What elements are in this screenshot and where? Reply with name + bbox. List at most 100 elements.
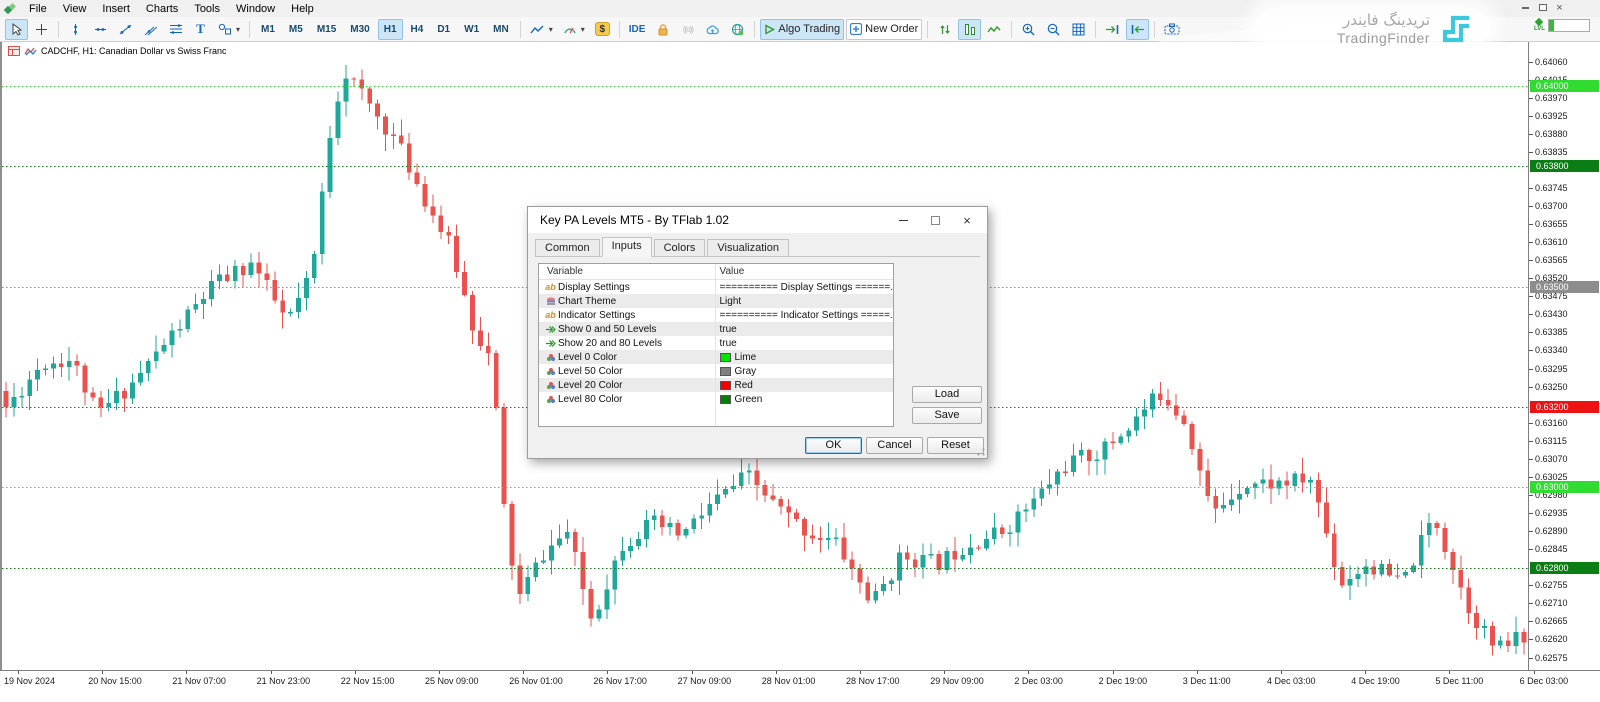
zoom-out-button[interactable] <box>1042 19 1065 40</box>
trendline-tool-button[interactable] <box>114 19 137 40</box>
window-close-button[interactable]: × <box>1553 1 1566 14</box>
color-parameter-icon <box>543 381 558 390</box>
horizontal-line-tool-button[interactable] <box>89 19 112 40</box>
table-row[interactable]: Level 20 ColorRed <box>539 378 893 392</box>
variable-cell: Level 20 Color <box>539 380 715 391</box>
quotes-button[interactable]: $ <box>591 19 614 40</box>
line-chart-icon <box>530 24 545 35</box>
tab-colors[interactable]: Colors <box>654 239 706 256</box>
enum-parameter-icon <box>543 297 558 306</box>
play-icon <box>764 24 775 35</box>
tab-common[interactable]: Common <box>535 239 600 256</box>
price-tick: 0.62890 <box>1529 526 1568 537</box>
timeframe-d1[interactable]: D1 <box>431 19 456 40</box>
table-row[interactable]: Level 0 ColorLime <box>539 350 893 364</box>
time-label: 22 Nov 15:00 <box>341 676 395 686</box>
vertical-line-tool-button[interactable] <box>64 19 87 40</box>
value-cell[interactable]: Light <box>715 296 894 307</box>
price-tick: 0.63880 <box>1529 129 1568 140</box>
menu-charts[interactable]: Charts <box>138 3 186 15</box>
price-tick: 0.63655 <box>1529 219 1568 230</box>
signal-button[interactable]: ((o)) <box>676 19 699 40</box>
channel-tool-button[interactable] <box>139 19 162 40</box>
timeframe-m5[interactable]: M5 <box>283 19 309 40</box>
chart-shift-button[interactable] <box>1126 19 1149 40</box>
price-level-badge: 0.64000 <box>1530 80 1599 92</box>
value-cell[interactable]: Lime <box>715 352 894 363</box>
ide-button[interactable]: IDE <box>625 19 650 40</box>
algo-trading-button[interactable]: Algo Trading <box>760 19 844 40</box>
timeframe-mn[interactable]: MN <box>487 19 515 40</box>
tab-visualization[interactable]: Visualization <box>707 239 789 256</box>
equidistant-levels-tool-button[interactable] <box>164 19 187 40</box>
menu-insert[interactable]: Insert <box>94 3 138 15</box>
timeframe-m1[interactable]: M1 <box>255 19 281 40</box>
tab-inputs[interactable]: Inputs <box>602 237 652 257</box>
cursor-tool-button[interactable] <box>5 19 28 40</box>
chart-type-button[interactable]: ▾ <box>526 19 557 40</box>
price-tick: 0.64060 <box>1529 57 1568 68</box>
menu-help[interactable]: Help <box>283 3 322 15</box>
menu-window[interactable]: Window <box>228 3 283 15</box>
shapes-tool-button[interactable]: ▾ <box>214 19 244 40</box>
value-cell[interactable]: Green <box>715 394 894 405</box>
value-cell[interactable]: Red <box>715 380 894 391</box>
text-tool-button[interactable]: T <box>189 19 212 40</box>
price-axis[interactable]: 0.640600.640150.639700.639250.638800.638… <box>1528 42 1600 670</box>
dialog-close-button[interactable]: × <box>951 209 983 231</box>
value-cell[interactable]: ========== Display Settings ======... <box>715 282 894 293</box>
menu-tools[interactable]: Tools <box>186 3 228 15</box>
crosshair-tool-button[interactable] <box>30 19 53 40</box>
price-tick: 0.63610 <box>1529 237 1568 248</box>
load-button[interactable]: Load <box>912 386 982 403</box>
color-parameter-icon <box>543 367 558 376</box>
timeframe-h4[interactable]: H4 <box>405 19 430 40</box>
dialog-titlebar[interactable]: Key PA Levels MT5 - By TFlab 1.02 × <box>528 207 987 233</box>
table-row[interactable]: Show 20 and 80 Levelstrue <box>539 336 893 350</box>
candlestick-chart-button[interactable] <box>958 19 981 40</box>
menu-view[interactable]: View <box>55 3 95 15</box>
time-label: 26 Nov 01:00 <box>509 676 563 686</box>
time-axis[interactable]: 19 Nov 202420 Nov 15:0021 Nov 07:0021 No… <box>0 670 1600 702</box>
value-cell[interactable]: true <box>715 324 894 335</box>
timeframe-h1[interactable]: H1 <box>378 19 403 40</box>
value-text: Gray <box>735 366 757 377</box>
timeframe-m30[interactable]: M30 <box>344 19 375 40</box>
table-row[interactable]: Level 50 ColorGray <box>539 364 893 378</box>
value-cell[interactable]: Gray <box>715 366 894 377</box>
table-row[interactable]: Show 0 and 50 Levelstrue <box>539 322 893 336</box>
tick-chart-button[interactable] <box>933 19 956 40</box>
watermark-english-text: TradingFinder <box>1337 30 1430 46</box>
grid-button[interactable] <box>1067 19 1090 40</box>
save-button[interactable]: Save <box>912 407 982 424</box>
line-chart-button[interactable] <box>983 19 1006 40</box>
timeframe-m15[interactable]: M15 <box>311 19 342 40</box>
dialog-minimize-button[interactable] <box>887 209 919 231</box>
value-cell[interactable]: ========== Indicator Settings =====... <box>715 310 894 321</box>
window-minimize-button[interactable] <box>1519 1 1532 14</box>
resize-grip[interactable] <box>977 448 985 456</box>
cloud-button[interactable] <box>701 19 724 40</box>
cancel-button[interactable]: Cancel <box>866 437 923 454</box>
ok-button[interactable]: OK <box>805 437 862 454</box>
value-text: true <box>720 324 737 335</box>
table-row[interactable]: abIndicator Settings========== Indicator… <box>539 308 893 322</box>
price-tick: 0.63835 <box>1529 147 1568 158</box>
symbol-title: CADCHF, H1: Canadian Dollar vs Swiss Fra… <box>41 46 227 56</box>
window-restore-button[interactable] <box>1536 1 1549 14</box>
value-cell[interactable]: true <box>715 338 894 349</box>
indicators-button[interactable]: ▾ <box>559 19 589 40</box>
time-label: 28 Nov 17:00 <box>846 676 900 686</box>
reset-button[interactable]: Reset <box>927 437 984 454</box>
zoom-in-button[interactable] <box>1017 19 1040 40</box>
new-order-button[interactable]: New Order <box>846 19 922 40</box>
menu-file[interactable]: File <box>21 3 55 15</box>
auto-scroll-button[interactable] <box>1101 19 1124 40</box>
table-row[interactable]: Chart ThemeLight <box>539 294 893 308</box>
community-button[interactable] <box>726 19 749 40</box>
table-row[interactable]: abDisplay Settings========== Display Set… <box>539 280 893 294</box>
dialog-maximize-button[interactable] <box>919 209 951 231</box>
lock-button[interactable] <box>651 19 674 40</box>
timeframe-w1[interactable]: W1 <box>458 19 485 40</box>
table-row[interactable]: Level 80 ColorGreen <box>539 392 893 406</box>
